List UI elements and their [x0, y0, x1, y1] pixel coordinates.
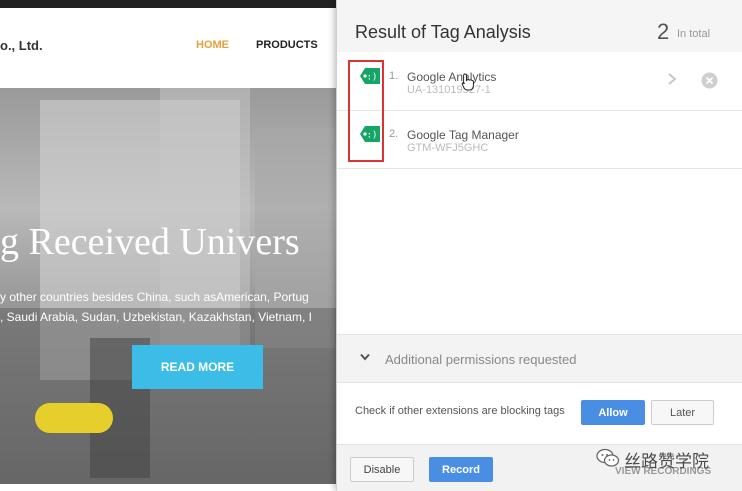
tag-id: UA-131019527-1 — [407, 84, 491, 96]
watermark: 丝路赞学院 — [596, 445, 731, 475]
hand-cursor-icon — [461, 73, 474, 91]
tag-name: Google Analytics — [407, 70, 497, 84]
tag-assistant-popup: Result of Tag Analysis 2 In total :) 1. … — [336, 0, 742, 491]
tag-number: 2. — [389, 128, 399, 140]
close-icon[interactable] — [701, 72, 718, 89]
tag-count-label: In total — [677, 28, 711, 40]
chevron-down-icon — [360, 353, 370, 361]
allow-button[interactable]: Allow — [581, 400, 645, 425]
nav-products[interactable]: PRODUCTS — [256, 39, 318, 51]
tag-row-google-analytics[interactable]: :) 1. Google Analytics UA-131019527-1 — [337, 52, 742, 111]
hero-title: g Received Univers — [0, 221, 300, 263]
popup-title: Result of Tag Analysis — [355, 22, 531, 42]
read-more-button[interactable]: READ MORE — [132, 345, 263, 389]
record-button[interactable]: Record — [429, 457, 493, 482]
watermark-text: 丝路赞学院 — [624, 452, 709, 472]
tag-number: 1. — [389, 70, 399, 82]
permissions-label: Additional permissions requested — [385, 352, 577, 367]
additional-permissions-toggle[interactable]: Additional permissions requested — [337, 334, 742, 383]
hero-subtitle-line2: , Saudi Arabia, Sudan, Uzbekistan, Kazak… — [0, 310, 312, 324]
chevron-right-icon[interactable] — [665, 71, 679, 87]
wechat-icon — [596, 448, 620, 467]
later-button[interactable]: Later — [651, 400, 714, 425]
nav-home[interactable]: HOME — [196, 39, 229, 51]
hero-machine-shape — [0, 308, 340, 488]
disable-button[interactable]: Disable — [350, 457, 414, 482]
tag-name: Google Tag Manager — [407, 128, 519, 142]
popup-header: Result of Tag Analysis 2 In total — [337, 0, 742, 52]
tag-row-google-tag-manager[interactable]: :) 2. Google Tag Manager GTM-WFJ5GHC — [337, 110, 742, 169]
tag-count: 2 — [657, 19, 670, 44]
hero-yellow-part — [35, 403, 113, 433]
hero-subtitle-line1: y other countries besides China, such as… — [0, 290, 309, 304]
tag-icons-highlight-box — [348, 60, 384, 162]
tag-id: GTM-WFJ5GHC — [407, 142, 489, 154]
company-name: o., Ltd. — [0, 38, 43, 53]
blocking-check-text: Check if other extensions are blocking t… — [355, 405, 565, 417]
